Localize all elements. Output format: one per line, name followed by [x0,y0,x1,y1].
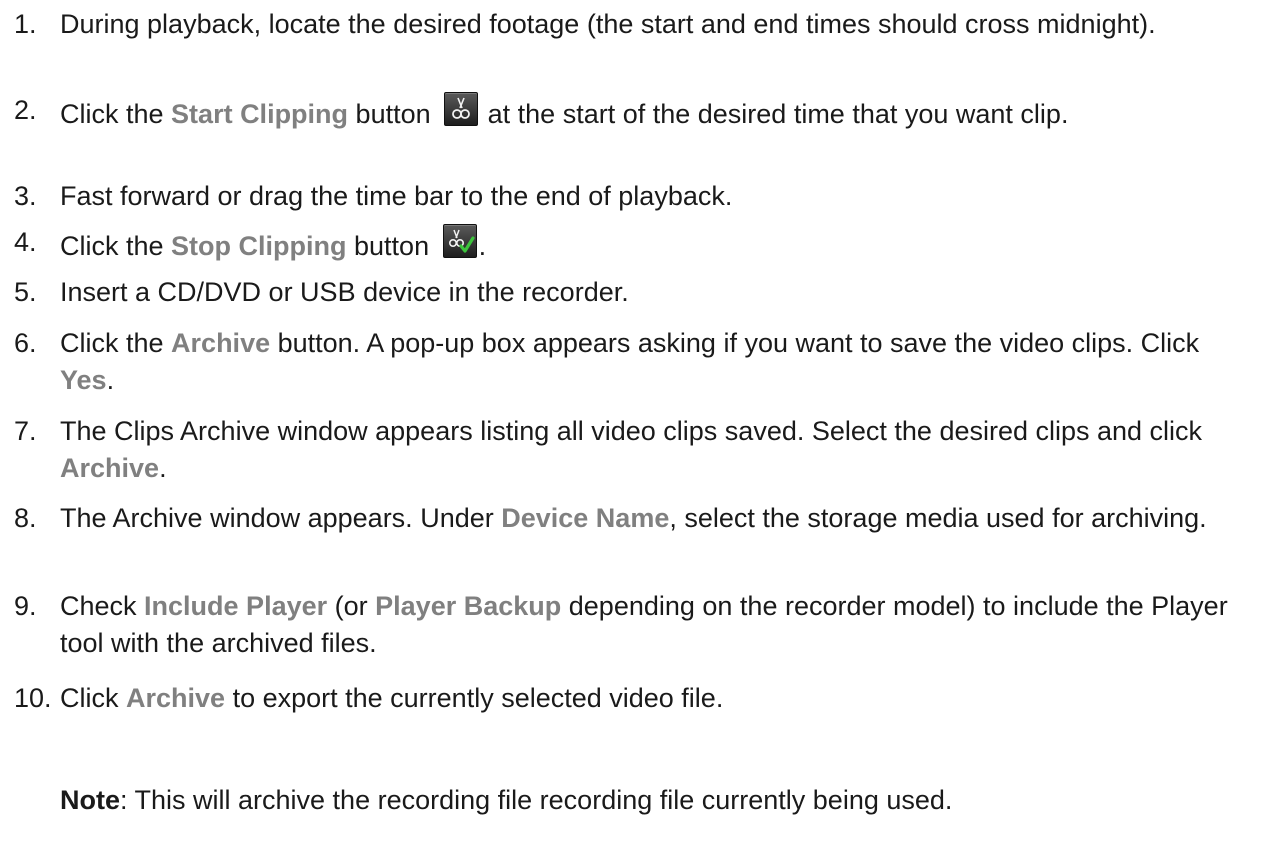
step-number: 1. [14,9,37,39]
step-text: Click the Start Clipping button at the s… [60,92,1254,133]
step-4: 4. Click the Stop Clipping button . [14,224,1254,265]
step-number: 2. [14,95,37,125]
step-text: Click Archive to export the currently se… [60,680,1254,717]
step-number: 10. [14,683,52,713]
step-10: 10. Click Archive to export the currentl… [14,680,1254,717]
step-1: 1. During playback, locate the desired f… [14,6,1254,43]
step-text-pre: Click the [60,231,172,261]
step-3: 3. Fast forward or drag the time bar to … [14,178,1254,215]
step-text-post: . [106,365,115,395]
step-7: 7. The Clips Archive window appears list… [14,413,1254,487]
step-text-post: , select the storage media used for arch… [669,503,1207,533]
archive-label: Archive [126,683,226,713]
step-text-pre: The Clips Archive window appears listing… [60,416,1203,446]
scissors-check-icon [442,224,477,258]
step-text: The Clips Archive window appears listing… [60,413,1254,487]
step-text-mid: (or [327,591,376,621]
step-text: Fast forward or drag the time bar to the… [60,181,733,211]
step-number: 4. [14,227,37,257]
note-label: Note [60,785,120,815]
step-text: The Archive window appears. Under Device… [60,500,1254,537]
step-text: Check Include Player (or Player Backup d… [60,588,1254,662]
device-name-label: Device Name [501,503,670,533]
step-text-mid: button [348,99,431,129]
archive-label: Archive [60,453,160,483]
step-9: 9. Check Include Player (or Player Backu… [14,588,1254,662]
step-text-mid: button. A pop-up box appears asking if y… [270,328,1200,358]
instruction-document: 1. During playback, locate the desired f… [0,0,1263,843]
step-text-pre: The Archive window appears. Under [60,503,502,533]
step-text-pre: Click the [60,328,172,358]
step-text: Insert a CD/DVD or USB device in the rec… [60,277,629,307]
include-player-label: Include Player [144,591,328,621]
start-clipping-label: Start Clipping [171,99,349,129]
step-6: 6. Click the Archive button. A pop-up bo… [14,325,1254,399]
step-text-post: . [159,453,167,483]
stop-clipping-label: Stop Clipping [171,231,347,261]
step-8: 8. The Archive window appears. Under Dev… [14,500,1254,537]
step-text-post: to export the currently selected video f… [225,683,724,713]
step-number: 5. [14,277,37,307]
step-text-pre: Check [60,591,145,621]
yes-label: Yes [60,365,107,395]
archive-label: Archive [171,328,271,358]
step-number: 8. [14,503,37,533]
note: Note: This will archive the recording fi… [60,782,952,819]
step-text: During playback, locate the desired foot… [60,9,1156,39]
step-2: 2. Click the Start Clipping button at th… [14,92,1254,133]
scissors-icon [444,92,479,126]
step-number: 9. [14,591,37,621]
step-text: Click the Archive button. A pop-up box a… [60,325,1254,399]
step-text-post: . [478,231,487,261]
step-5: 5. Insert a CD/DVD or USB device in the … [14,274,1254,311]
step-text: Click the Stop Clipping button . [60,224,1254,265]
step-number: 6. [14,328,37,358]
step-text-pre: Click [60,683,126,713]
player-backup-label: Player Backup [375,591,562,621]
note-text: : This will archive the recording file r… [120,785,953,815]
step-text-post: at the start of the desired time that yo… [480,99,1069,129]
step-number: 7. [14,416,37,446]
step-text-mid: button [346,231,430,261]
step-number: 3. [14,181,37,211]
step-text-pre: Click the [60,99,172,129]
